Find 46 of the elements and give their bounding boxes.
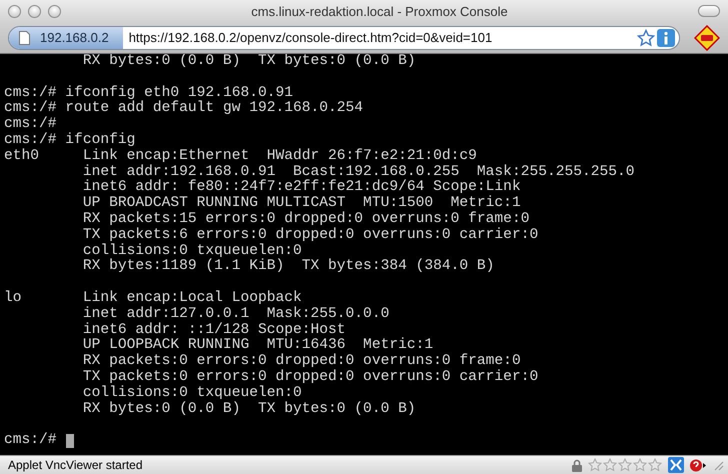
interface-name: eth0 xyxy=(4,148,40,164)
window-button[interactable] xyxy=(8,4,21,18)
window-button[interactable] xyxy=(48,4,61,18)
star-icon[interactable] xyxy=(603,458,617,472)
star-icon[interactable] xyxy=(637,28,655,46)
status-text: Applet VncViewer started xyxy=(8,458,144,472)
console-line: cms:/# xyxy=(4,117,57,132)
address-field[interactable]: 192.168.0.2 https://192.168.0.2/openvz/console-direct.htm?cid=0&veid=101 xyxy=(8,26,680,50)
console-line: collisions:0 txqueuelen:0 xyxy=(82,244,302,259)
console-line: inet addr:127.0.0.1 Mask:255.0.0.0 xyxy=(82,306,390,322)
console-line: inet6 addr: fe80::24f7:e2ff:fe21:dc9/64 Scope:Link xyxy=(82,180,521,196)
interface-name: lo xyxy=(4,290,22,306)
help-icon[interactable] xyxy=(690,458,706,472)
info-icon[interactable] xyxy=(657,28,675,46)
addon-icon[interactable] xyxy=(668,457,684,473)
console-line: inet6 addr: ::1/128 Scope:Host xyxy=(82,322,346,338)
console-line: Link encap:Local Loopback xyxy=(82,290,302,306)
console-line: UP LOOPBACK RUNNING MTU:16436 Metric:1 xyxy=(82,338,434,354)
url-text: https://192.168.0.2/openvz/console-direct.htm?cid=0&veid=101 xyxy=(128,30,494,45)
window-title: cms.linux-redaktion.local - Proxmox Console xyxy=(250,4,509,18)
lock-icon xyxy=(572,458,582,472)
console-line: RX bytes:0 (0.0 B) TX bytes:0 (0.0 B) xyxy=(82,402,416,418)
console-line: cms:/# ifconfig xyxy=(4,132,136,148)
console-line: cms:/# xyxy=(4,433,57,449)
toolbar-toggle-button[interactable] xyxy=(698,5,720,17)
page-icon xyxy=(19,30,30,44)
window-button[interactable] xyxy=(28,4,41,18)
resize-grip-icon[interactable] xyxy=(712,459,724,471)
site-label: 192.168.0.2 xyxy=(40,30,109,45)
console-line: cms:/# ifconfig eth0 192.168.0.91 xyxy=(4,86,294,101)
console-line: RX bytes:1189 (1.1 KiB) TX bytes:384 (384.0 B) xyxy=(82,259,494,276)
console-line: UP BROADCAST RUNNING MULTICAST MTU:1500 Metric:1 xyxy=(82,196,521,212)
console-line: RX packets:0 errors:0 dropped:0 overruns:0 frame:0 xyxy=(82,354,521,370)
star-icon[interactable] xyxy=(588,458,602,472)
console-line: cms:/# route add default gw 192.168.0.254 xyxy=(4,101,364,116)
console-line: Link encap:Ethernet HWaddr 26:f7:e2:21:0d:c9 xyxy=(82,148,477,164)
console-line: TX packets:6 errors:0 dropped:0 overruns:0 carrier:0 xyxy=(82,228,538,243)
star-icon[interactable] xyxy=(633,458,647,472)
star-icon[interactable] xyxy=(618,458,632,472)
addon-icon[interactable] xyxy=(694,24,720,50)
console-line: collisions:0 txqueuelen:0 xyxy=(82,386,302,401)
console-screen[interactable] xyxy=(0,54,728,455)
console-line: RX packets:15 errors:0 dropped:0 overruns:0 frame:0 xyxy=(82,212,530,227)
star-icon[interactable] xyxy=(648,458,662,472)
console-line: TX packets:0 errors:0 dropped:0 overruns:0 carrier:0 xyxy=(82,370,538,385)
console-line: inet addr:192.168.0.91 Bcast:192.168.0.255 Mask:255.255.255.0 xyxy=(82,164,635,180)
